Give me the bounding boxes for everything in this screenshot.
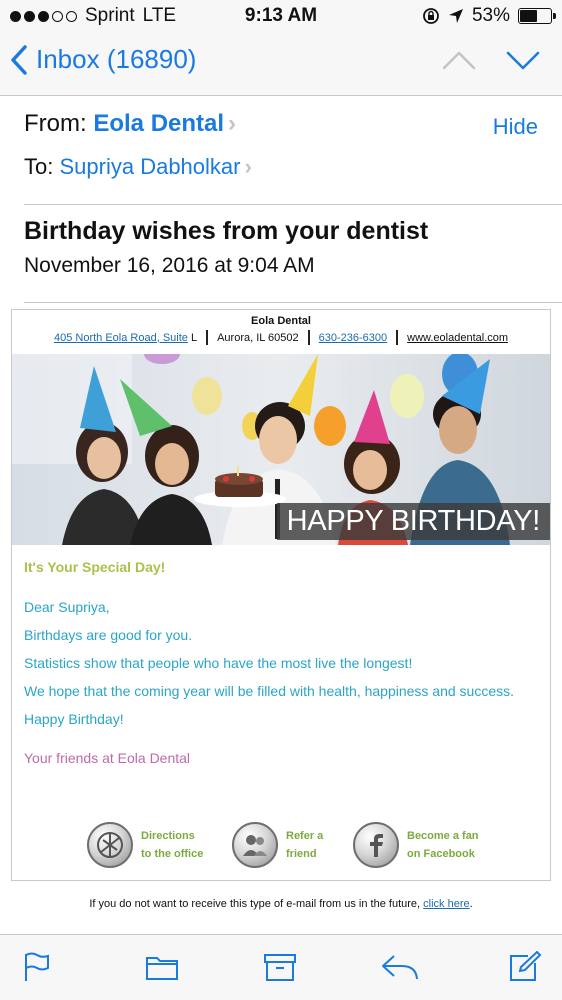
back-button[interactable]: Inbox (16890) (10, 44, 196, 75)
divider (206, 330, 209, 345)
unsubscribe-end: . (469, 898, 473, 910)
divider (24, 204, 562, 205)
message-line: Birthdays are good for you. (24, 627, 193, 643)
website-link[interactable]: www.eoladental.com (407, 332, 508, 344)
action-links: Directions to the office Refer a friend Be… (12, 822, 550, 870)
bottom-toolbar (0, 934, 562, 1000)
message-line: Dear Supriya, (24, 599, 110, 615)
action-label: friend (286, 848, 317, 860)
status-right: 53% (422, 5, 556, 27)
next-message-icon[interactable] (506, 50, 540, 70)
battery-percent: 53% (471, 5, 510, 26)
nav-bar: Inbox (16890) (0, 32, 562, 96)
facebook-icon (353, 822, 399, 868)
back-label: Inbox (16890) (36, 44, 197, 74)
friends-icon (232, 822, 278, 868)
unsubscribe-note: If you do not want to receive this type … (0, 898, 562, 910)
chevron-left-icon (11, 44, 27, 75)
sender-name[interactable]: Eola Dental (93, 110, 224, 137)
business-name: Eola Dental (251, 315, 311, 327)
signature: Your friends at Eola Dental (24, 750, 191, 766)
birthday-photo: HAPPY BIRTHDAY! (12, 354, 550, 545)
map-icon (87, 822, 133, 868)
action-label: to the office (141, 848, 204, 860)
to-label: To: (24, 154, 54, 179)
directions-link[interactable]: Directions to the office (87, 822, 203, 868)
rotation-lock-icon (423, 8, 439, 24)
recipient-name[interactable]: Supriya Dabholkar (59, 154, 240, 179)
chevron-right-icon: › (228, 110, 237, 137)
message-line: Happy Birthday! (24, 711, 124, 727)
phone-link[interactable]: 630-236-6300 (319, 332, 388, 344)
flag-icon[interactable] (22, 951, 56, 983)
special-day-heading: It's Your Special Day! (24, 559, 166, 575)
email-body: Eola Dental 405 North Eola Road, Suite L… (11, 309, 551, 881)
city: Aurora, IL 60502 (217, 331, 299, 344)
unsubscribe-text: If you do not want to receive this type … (89, 898, 421, 910)
divider (396, 330, 399, 345)
divider (24, 302, 562, 303)
unsubscribe-link[interactable]: click here (423, 898, 469, 910)
message-line: Statistics show that people who have the… (24, 655, 413, 671)
location-icon (448, 9, 463, 23)
divider (307, 330, 310, 345)
status-bar: Sprint LTE 9:13 AM 53% (0, 0, 562, 32)
from-row: From: Eola Dental › (24, 110, 538, 138)
email-date: November 16, 2016 at 9:04 AM (24, 254, 315, 277)
refer-friend-link[interactable]: Refer a friend (232, 822, 323, 868)
action-label: Directions (141, 830, 195, 842)
action-label: Become a fan (407, 830, 479, 842)
action-label: Refer a (286, 830, 324, 842)
reply-icon[interactable] (380, 951, 420, 983)
action-label: on Facebook (407, 848, 475, 860)
archive-icon[interactable] (263, 951, 297, 983)
from-label: From: (24, 110, 87, 137)
compose-icon[interactable] (508, 951, 542, 983)
address-suffix: L (190, 331, 198, 344)
facebook-link[interactable]: Become a fan on Facebook (353, 822, 479, 868)
address-link[interactable]: 405 North Eola Road, Suite (54, 332, 188, 344)
email-subject: Birthday wishes from your dentist (24, 217, 429, 245)
happy-birthday-banner: HAPPY BIRTHDAY! (276, 503, 550, 540)
folder-icon[interactable] (145, 951, 179, 983)
to-row: To: Supriya Dabholkar › (24, 154, 538, 180)
message-line: We hope that the coming year will be fil… (24, 683, 515, 699)
chevron-right-icon: › (244, 154, 252, 179)
hide-button[interactable]: Hide (493, 114, 538, 140)
battery-icon (518, 8, 556, 24)
message-nav (442, 50, 540, 70)
previous-message-icon[interactable] (442, 50, 476, 70)
contact-line: 405 North Eola Road, Suite L Aurora, IL … (12, 330, 550, 345)
